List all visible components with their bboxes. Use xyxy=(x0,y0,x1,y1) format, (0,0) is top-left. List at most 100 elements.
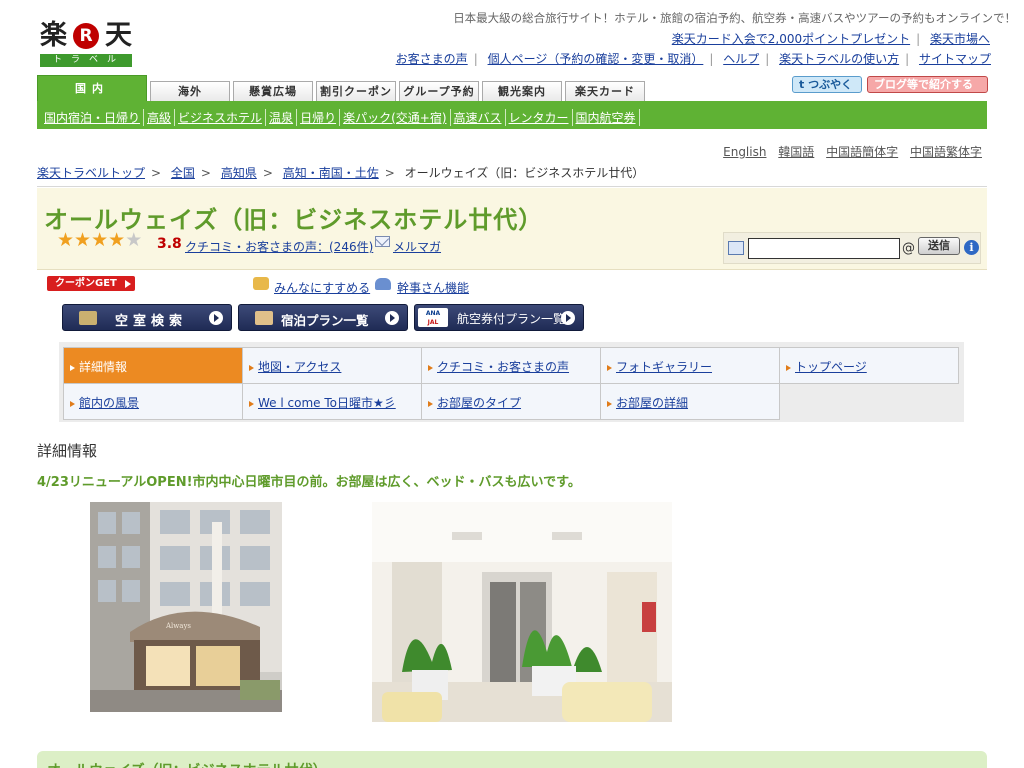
logo-ten: 天 xyxy=(105,20,132,51)
tab-detail-info[interactable]: 詳細情報 xyxy=(63,347,243,384)
subnav-business-hotel[interactable]: ビジネスホテル xyxy=(178,109,267,126)
card-promo-link[interactable]: 楽天カード入会で2,000ポイントプレゼント xyxy=(672,32,910,46)
triangle-right-icon xyxy=(428,364,433,371)
mail-address-input[interactable] xyxy=(748,238,900,259)
subnav-domestic-stay[interactable]: 国内宿泊・日帰り xyxy=(44,109,145,126)
logo-r-mark: R xyxy=(73,23,99,49)
tab-sightseeing[interactable]: 観光案内 xyxy=(482,81,562,101)
tab-sweepstakes[interactable]: 懸賞広場 xyxy=(233,81,313,101)
ichiba-link[interactable]: 楽天市場へ xyxy=(930,32,990,46)
lang-chinese-traditional[interactable]: 中国語繁体字 xyxy=(910,145,982,159)
building-icon xyxy=(79,311,97,325)
voice-link[interactable]: お客さまの声 xyxy=(396,52,468,66)
hotel-lobby-photo xyxy=(372,502,672,722)
section-heading: 詳細情報 xyxy=(37,442,98,460)
subnav-rental-car[interactable]: レンタカー xyxy=(509,109,573,126)
tab-room-details[interactable]: お部屋の詳細 xyxy=(600,383,780,420)
triangle-right-icon xyxy=(70,400,75,407)
tab-map-access[interactable]: 地図・アクセス xyxy=(242,347,422,384)
tab-coupon[interactable]: 割引クーポン xyxy=(316,81,396,101)
organizer-icon xyxy=(375,278,391,290)
breadcrumb: 楽天トラベルトップ > 全国 > 高知県 > 高知・南国・土佐 > オールウェイズ（旧：… xyxy=(37,166,645,180)
crumb-kochi[interactable]: 高知県 xyxy=(221,166,257,180)
howto-link[interactable]: 楽天トラベルの使い方 xyxy=(779,52,899,66)
subnav-onsen[interactable]: 温泉 xyxy=(269,109,298,126)
tab-domestic[interactable]: 国内 xyxy=(37,75,147,101)
sub-navigation-bar: 国内宿泊・日帰り 高級 ビジネスホテル 温泉 日帰り 楽パック(交通+宿) 高速… xyxy=(37,101,987,129)
tab-overseas[interactable]: 海外 xyxy=(150,81,230,101)
tab-interior[interactable]: 館内の風景 xyxy=(63,383,243,420)
subnav-daytrip[interactable]: 日帰り xyxy=(300,109,341,126)
triangle-right-icon xyxy=(428,400,433,407)
section-hotel-name: オールウェイズ（旧：ビジネスホテル廿代） xyxy=(47,760,327,768)
rakuten-travel-logo[interactable]: 楽 R 天 トラベル xyxy=(40,20,132,68)
logo-raku: 楽 xyxy=(40,20,67,51)
triangle-right-icon xyxy=(249,400,254,407)
subnav-domestic-air[interactable]: 国内航空券 xyxy=(576,109,640,126)
crumb-top[interactable]: 楽天トラベルトップ xyxy=(37,166,145,180)
organizer-link[interactable]: 幹事さん機能 xyxy=(397,279,469,296)
at-sign: @ xyxy=(902,241,915,256)
language-links: English 韓国語 中国語簡体字 中国語繁体字 xyxy=(715,143,982,160)
subnav-highway-bus[interactable]: 高速バス xyxy=(454,109,506,126)
coupon-get-button[interactable]: クーポンGET xyxy=(47,276,135,291)
recommend-people-icon xyxy=(253,277,269,290)
arrow-right-icon xyxy=(385,311,399,325)
tab-reviews[interactable]: クチコミ・お客さまの声 xyxy=(421,347,601,384)
promo-links: 楽天カード入会で2,000ポイントプレゼント | 楽天市場へ xyxy=(671,32,990,46)
tweet-button[interactable]: t つぶやく xyxy=(792,76,862,93)
recommend-link[interactable]: みんなにすすめる xyxy=(274,279,370,296)
triangle-right-icon xyxy=(607,364,612,371)
info-help-icon[interactable]: i xyxy=(964,240,979,255)
triangle-right-icon xyxy=(607,400,612,407)
info-tab-grid: 詳細情報 地図・アクセス クチコミ・お客さまの声 フォトギャラリー トップページ… xyxy=(59,342,964,422)
ana-jal-logo: ANA JAL xyxy=(418,308,448,327)
subnav-luxury[interactable]: 高級 xyxy=(147,109,176,126)
tab-room-types[interactable]: お部屋のタイプ xyxy=(421,383,601,420)
send-button[interactable]: 送信 xyxy=(918,237,960,255)
triangle-right-icon xyxy=(70,364,75,371)
mail-magazine-link[interactable]: メルマガ xyxy=(393,238,441,255)
tab-rakuten-card[interactable]: 楽天カード xyxy=(565,81,645,101)
crumb-current: オールウェイズ（旧：ビジネスホテル廿代） xyxy=(404,166,645,180)
utility-links: お客さまの声 | 個人ページ（予約の確認・変更・取消） | ヘルプ | 楽天トラベルの… xyxy=(395,52,991,66)
stay-plans-button[interactable]: 宿泊プラン一覧 xyxy=(238,304,408,331)
mail-send-form: @ 送信 i xyxy=(723,232,981,264)
rating-score: 3.8 xyxy=(157,236,182,252)
triangle-right-icon xyxy=(786,364,791,371)
star-icon: ★ xyxy=(57,229,75,251)
vacancy-search-button[interactable]: 空室検索 xyxy=(62,304,232,331)
reviews-link[interactable]: クチコミ・お客さまの声：(246件) xyxy=(185,238,373,255)
star-rating: ★ ★ ★ ★ ★ xyxy=(57,230,142,250)
hotel-header: オールウェイズ（旧：ビジネスホテル廿代） ★ ★ ★ ★ ★ 3.8 クチコミ・… xyxy=(37,188,987,270)
sitemap-link[interactable]: サイトマップ xyxy=(919,52,991,66)
lang-chinese-simplified[interactable]: 中国語簡体字 xyxy=(826,145,898,159)
crumb-nationwide[interactable]: 全国 xyxy=(171,166,195,180)
star-icon: ★ xyxy=(74,229,92,251)
mobile-mail-icon xyxy=(728,241,744,255)
divider xyxy=(37,186,987,187)
help-link[interactable]: ヘルプ xyxy=(723,52,759,66)
tab-photo-gallery[interactable]: フォトギャラリー xyxy=(600,347,780,384)
star-empty-icon: ★ xyxy=(125,229,143,251)
lang-korean[interactable]: 韓国語 xyxy=(778,145,814,159)
logo-travel-kana: トラベル xyxy=(40,54,132,67)
mypage-link[interactable]: 個人ページ（予約の確認・変更・取消） xyxy=(488,52,704,66)
crumb-area[interactable]: 高知・南国・土佐 xyxy=(283,166,379,180)
site-tagline: 日本最大級の総合旅行サイト！ホテル・旅館の宿泊予約、航空券・高速バスやツアーの予… xyxy=(453,11,1016,25)
subnav-rakupack[interactable]: 楽パック(交通+宿) xyxy=(343,109,451,126)
hotel-exterior-photo: Always xyxy=(90,502,282,712)
tab-top-page[interactable]: トップページ xyxy=(779,347,959,384)
hotel-sign: Always xyxy=(165,622,191,630)
blog-share-button[interactable]: ブログ等で紹介する xyxy=(867,76,988,93)
grid-empty-cell xyxy=(779,383,959,420)
tab-welcome-sunday-market[interactable]: We l come To日曜市★彡 xyxy=(242,383,422,420)
tab-group[interactable]: グループ予約 xyxy=(399,81,479,101)
social-buttons: t つぶやく ブログ等で紹介する xyxy=(792,76,988,93)
lang-english[interactable]: English xyxy=(723,145,766,159)
arrow-right-icon xyxy=(561,311,575,325)
star-icon: ★ xyxy=(108,229,126,251)
bed-icon xyxy=(255,311,273,325)
triangle-right-icon xyxy=(249,364,254,371)
air-ticket-plans-button[interactable]: ANA JAL 航空券付プラン一覧 xyxy=(414,304,584,331)
